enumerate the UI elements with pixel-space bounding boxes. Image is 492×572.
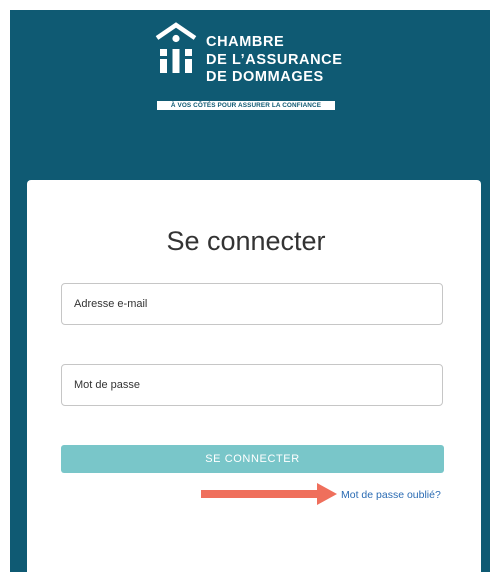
login-title: Se connecter <box>166 226 326 256</box>
login-button[interactable]: SE CONNECTER <box>61 445 444 473</box>
organization-name-line-1: CHAMBRE <box>206 34 285 50</box>
email-input[interactable] <box>61 283 443 325</box>
password-input[interactable] <box>61 364 443 406</box>
organization-name-line-3: DE DOMMAGES <box>206 69 324 85</box>
organization-logo: CHAMBRE DE L’ASSURANCE DE DOMMAGES À VOS… <box>154 22 354 122</box>
arrow-right-icon <box>201 483 337 505</box>
organization-tagline: À VOS CÔTÉS POUR ASSURER LA CONFIANCE <box>157 101 335 110</box>
building-logo-icon <box>155 22 197 73</box>
forgot-password-link[interactable]: Mot de passe oublié? <box>341 489 441 501</box>
organization-name-line-2: DE L’ASSURANCE <box>206 51 343 68</box>
organization-name: CHAMBRE DE L’ASSURANCE DE DOMMAGES <box>206 34 343 87</box>
